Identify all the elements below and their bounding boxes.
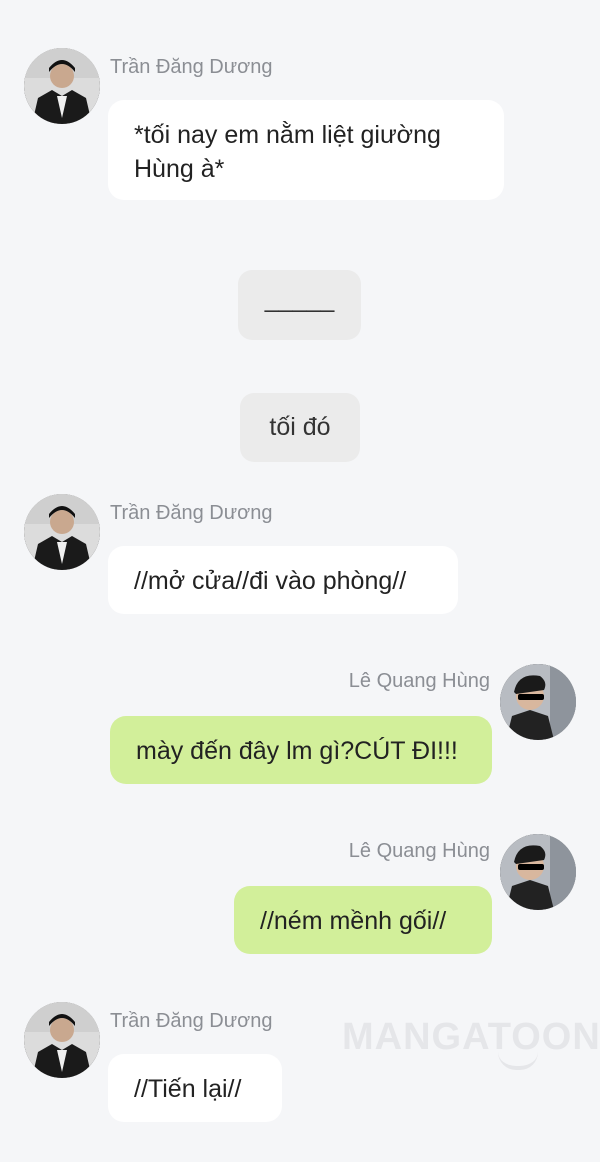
person-photo-icon	[500, 664, 576, 740]
message-bubble[interactable]: //Tiến lại//	[108, 1054, 282, 1122]
avatar-le-quang-hung[interactable]	[500, 834, 576, 910]
narration-box: tối đó	[240, 393, 360, 462]
person-photo-icon	[24, 494, 100, 570]
person-photo-icon	[500, 834, 576, 910]
person-photo-icon	[24, 48, 100, 124]
sender-name: Trần Đăng Dương	[110, 1010, 273, 1032]
avatar-le-quang-hung[interactable]	[500, 664, 576, 740]
narration-divider: _____	[238, 270, 361, 340]
watermark-smile-icon	[498, 1052, 538, 1070]
sender-name: Trần Đăng Dương	[110, 502, 273, 524]
narration-text: _____	[264, 285, 335, 313]
person-photo-icon	[24, 1002, 100, 1078]
message-bubble[interactable]: *tối nay em nằm liệt giường Hùng à*	[108, 100, 504, 200]
watermark-logo: MANGATOON	[342, 1016, 600, 1058]
message-bubble[interactable]: //mở cửa//đi vào phòng//	[108, 546, 458, 614]
avatar-tran-dang-duong[interactable]	[24, 48, 100, 124]
sender-name: Lê Quang Hùng	[348, 670, 490, 692]
sender-name: Lê Quang Hùng	[348, 840, 490, 862]
sender-name: Trần Đăng Dương	[110, 56, 273, 78]
avatar-tran-dang-duong[interactable]	[24, 494, 100, 570]
message-bubble[interactable]: mày đến đây lm gì?CÚT ĐI!!!	[110, 716, 492, 784]
message-bubble[interactable]: //ném mềnh gối//	[234, 886, 492, 954]
avatar-tran-dang-duong[interactable]	[24, 1002, 100, 1078]
